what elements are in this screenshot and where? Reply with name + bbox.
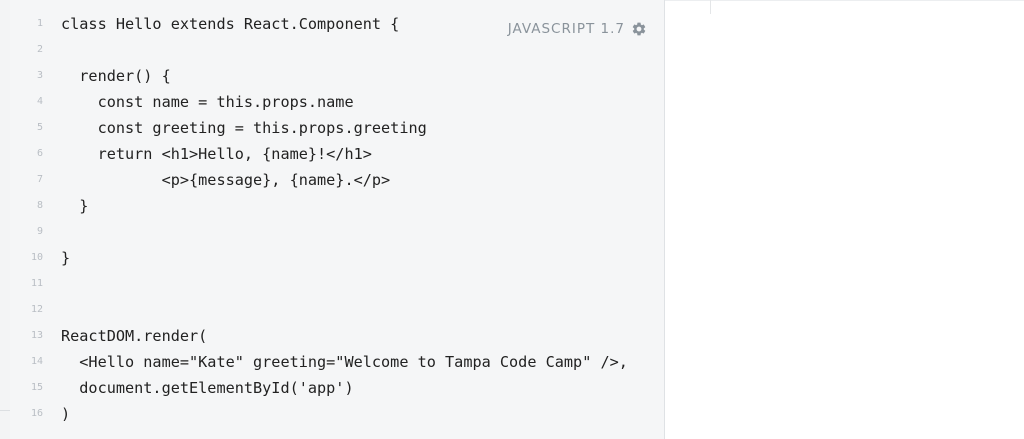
code-line[interactable]: 5 const greeting = this.props.greeting (10, 115, 664, 141)
code-line[interactable]: 13 ReactDOM.render( (10, 323, 664, 349)
language-selector[interactable]: JAVASCRIPT 1.7 (508, 21, 647, 37)
code-line[interactable]: 3 render() { (10, 63, 664, 89)
line-number: 8 (36, 200, 43, 211)
code-line[interactable]: 2 (10, 37, 664, 63)
code-line[interactable]: 12 (10, 297, 664, 323)
output-pane (665, 0, 1024, 439)
code-text[interactable]: <p>{message}, {name}.</p> (61, 167, 391, 193)
divider (0, 410, 10, 411)
code-text[interactable]: const greeting = this.props.greeting (61, 115, 427, 141)
code-line[interactable]: 6 return <h1>Hello, {name}!</h1> (10, 141, 664, 167)
code-line[interactable]: 14 <Hello name="Kate" greeting="Welcome … (10, 349, 664, 375)
code-line[interactable]: 15 document.getElementById('app') (10, 375, 664, 401)
language-label[interactable]: JAVASCRIPT 1.7 (508, 21, 625, 37)
code-text[interactable]: const name = this.props.name (61, 89, 354, 115)
code-text[interactable]: ) (61, 401, 70, 427)
code-line[interactable]: 11 (10, 271, 664, 297)
code-line[interactable]: 7 <p>{message}, {name}.</p> (10, 167, 664, 193)
code-text[interactable]: ReactDOM.render( (61, 323, 207, 349)
line-number: 10 (30, 252, 43, 263)
line-number: 2 (36, 44, 43, 55)
code-line[interactable]: 16 ) (10, 401, 664, 427)
code-text[interactable]: <Hello name="Kate" greeting="Welcome to … (61, 349, 628, 375)
screen: 1 class Hello extends React.Component { … (0, 0, 1024, 439)
code-editor[interactable]: 1 class Hello extends React.Component { … (10, 0, 665, 439)
line-number: 7 (36, 174, 43, 185)
code-text[interactable]: document.getElementById('app') (61, 375, 353, 401)
code-line[interactable]: 9 (10, 219, 664, 245)
divider (710, 0, 711, 14)
line-number: 16 (30, 408, 43, 419)
line-number: 9 (36, 226, 43, 237)
left-edge-panel (0, 0, 10, 439)
line-number: 14 (30, 356, 43, 367)
code-text[interactable]: class Hello extends React.Component { (61, 11, 399, 37)
line-number: 4 (36, 96, 43, 107)
code-line[interactable]: 4 const name = this.props.name (10, 89, 664, 115)
code-line[interactable]: 10 } (10, 245, 664, 271)
line-number: 1 (36, 18, 43, 29)
line-number: 11 (30, 278, 43, 289)
line-number: 15 (30, 382, 43, 393)
code-text[interactable]: } (61, 193, 88, 219)
code-text[interactable]: } (61, 245, 70, 271)
line-number: 12 (30, 304, 43, 315)
line-number: 6 (36, 148, 43, 159)
line-number: 3 (36, 70, 43, 81)
line-number: 13 (30, 330, 43, 341)
code-text[interactable]: return <h1>Hello, {name}!</h1> (61, 141, 372, 167)
divider (665, 0, 1024, 1)
code-text[interactable]: render() { (61, 63, 170, 89)
gear-icon[interactable] (631, 21, 647, 37)
code-line[interactable]: 8 } (10, 193, 664, 219)
line-number: 5 (36, 122, 43, 133)
